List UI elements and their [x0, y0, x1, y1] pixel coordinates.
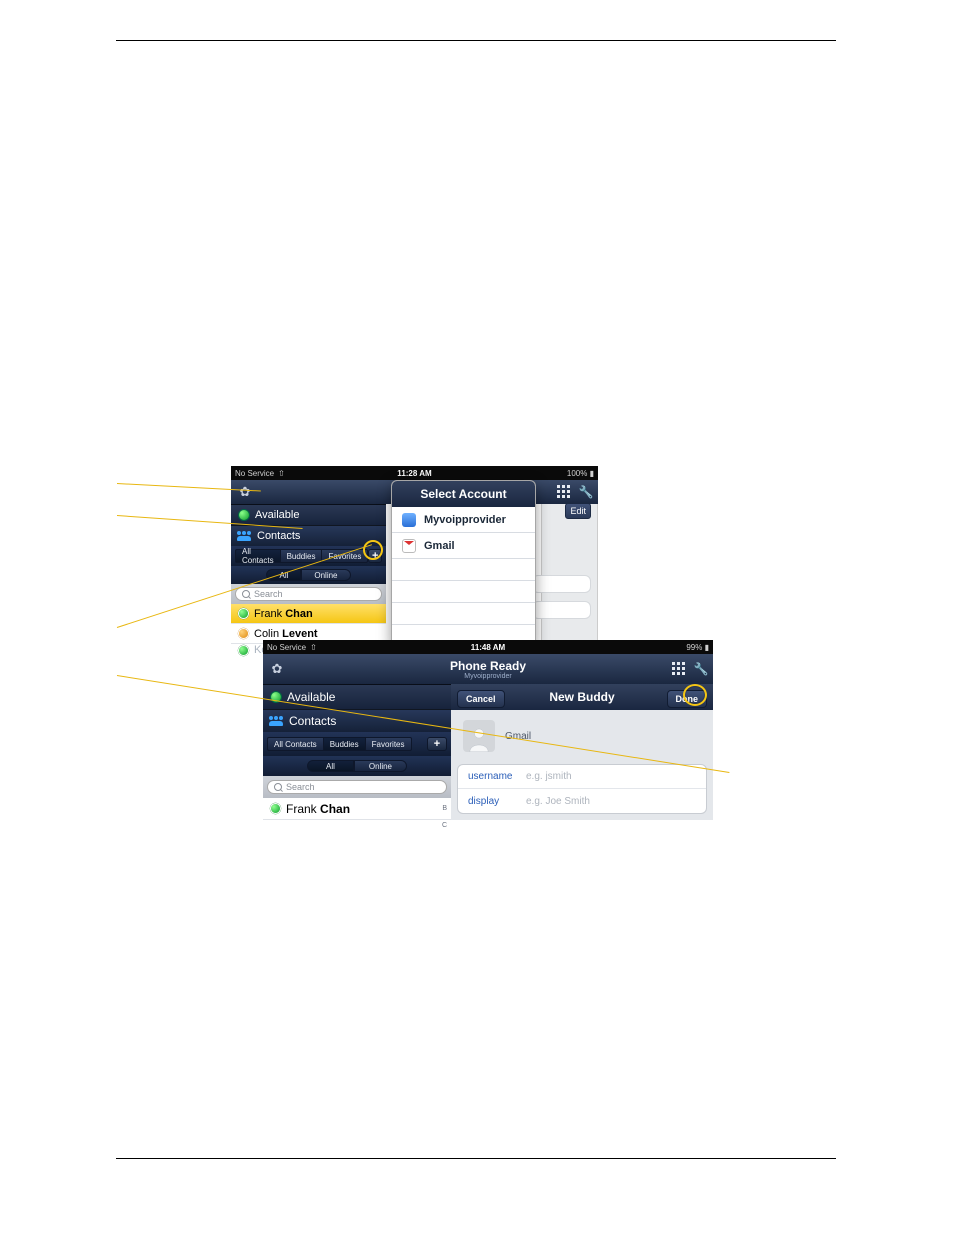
status-bar: No Service ⇧ 11:28 AM 100% ▮ — [231, 466, 598, 480]
contact-row-frank[interactable]: Frank Chan B — [263, 798, 451, 820]
edit-button[interactable]: Edit — [565, 503, 591, 519]
rule-bottom — [116, 1158, 836, 1159]
figure-select-account: Edit No Service ⇧ 11:28 AM 100% ▮ ✿ Ph 🔧… — [231, 466, 598, 648]
field-username[interactable]: username e.g. jsmith — [458, 765, 706, 789]
search-placeholder: Search — [286, 782, 315, 792]
account-gmail[interactable]: Gmail — [392, 533, 535, 559]
field-placeholder: e.g. jsmith — [526, 771, 572, 782]
index-letter: B — [442, 805, 447, 812]
presence-label: Available — [255, 509, 299, 521]
panel-title: New Buddy — [549, 690, 614, 704]
sidebar: Available Contacts All Contacts Buddies … — [263, 684, 451, 830]
tab-all-contacts[interactable]: All Contacts — [267, 737, 323, 751]
search-icon — [242, 590, 250, 598]
search-input[interactable]: Search — [235, 587, 382, 601]
field-display[interactable]: display e.g. Joe Smith — [458, 789, 706, 813]
tab-favorites[interactable]: Favorites — [321, 549, 368, 563]
account-row-empty — [392, 603, 535, 625]
wifi-icon: ⇧ — [278, 469, 285, 478]
app-logo-icon: ✿ — [269, 661, 285, 677]
contact-row-empty: C — [263, 820, 451, 830]
nav-bar: ✿ Phone Ready Myvoipprovider 🔧 — [263, 654, 713, 684]
popover-title: Select Account — [420, 487, 506, 501]
figure-new-buddy: No Service ⇧ 11:48 AM 99% ▮ ✿ Phone Read… — [263, 640, 713, 820]
rear-field-stub — [532, 575, 591, 593]
contacts-header-label: Contacts — [289, 714, 336, 728]
filter-all[interactable]: All — [266, 569, 301, 581]
avatar-placeholder[interactable] — [463, 720, 495, 752]
popover-header: Select Account — [392, 481, 535, 507]
filter-online[interactable]: Online — [301, 569, 350, 581]
account-myvoipprovider[interactable]: Myvoipprovider — [392, 507, 535, 533]
status-time: 11:48 AM — [471, 643, 505, 652]
new-buddy-panel: Cancel New Buddy Done Gmail username — [451, 684, 713, 830]
rear-field-stub — [532, 601, 591, 619]
contact-row-frank[interactable]: Frank Chan — [231, 604, 386, 624]
field-label: display — [468, 796, 526, 807]
keypad-icon[interactable] — [556, 484, 572, 500]
voip-provider-icon — [402, 513, 416, 527]
select-account-popover: Select Account Myvoipprovider Gmail — [391, 480, 536, 648]
fields-card: username e.g. jsmith display e.g. Joe Sm… — [457, 764, 707, 814]
field-label: username — [468, 771, 526, 782]
status-dot-icon — [239, 629, 248, 638]
highlight-done-button — [683, 684, 707, 706]
battery-text: 99% ▮ — [686, 643, 709, 652]
presence-dot-icon — [239, 510, 249, 520]
status-dot-icon — [239, 646, 248, 655]
keypad-icon[interactable] — [671, 661, 687, 677]
presence-row[interactable]: Available — [263, 684, 451, 710]
contact-list: Frank Chan B C — [263, 798, 451, 830]
status-dot-icon — [271, 804, 280, 813]
presence-label: Available — [287, 690, 335, 704]
add-button[interactable]: + — [427, 737, 447, 751]
tab-favorites[interactable]: Favorites — [365, 737, 412, 751]
carrier-text: No Service — [235, 469, 274, 478]
filter-all[interactable]: All — [307, 760, 354, 772]
contact-tabs: All Contacts Buddies Favorites + — [263, 732, 451, 756]
search-row: Search — [231, 584, 386, 604]
tab-buddies[interactable]: Buddies — [323, 737, 365, 751]
search-icon — [274, 783, 282, 791]
index-letter: C — [442, 822, 447, 829]
contacts-icon — [237, 531, 251, 541]
gmail-icon — [402, 539, 416, 553]
filter-online[interactable]: Online — [354, 760, 407, 772]
tab-all-contacts[interactable]: All Contacts — [235, 549, 280, 563]
screen-subtitle: Myvoipprovider — [450, 673, 526, 680]
contacts-icon — [269, 716, 283, 726]
panel-header: Cancel New Buddy Done — [451, 684, 713, 710]
search-input[interactable]: Search — [267, 780, 447, 794]
search-row: Search — [263, 776, 451, 798]
account-list: Myvoipprovider Gmail — [392, 507, 535, 647]
settings-icon[interactable]: 🔧 — [578, 484, 594, 500]
cancel-button[interactable]: Cancel — [457, 690, 505, 708]
panel-body: Gmail username e.g. jsmith display e.g. … — [451, 710, 713, 820]
battery-text: 100% ▮ — [567, 469, 594, 478]
wifi-icon: ⇧ — [310, 643, 317, 652]
status-dot-icon — [239, 609, 248, 618]
contacts-header-label: Contacts — [257, 530, 300, 542]
rear-panel: Edit — [541, 498, 598, 648]
account-row-empty — [392, 559, 535, 581]
filter-row: All Online — [263, 756, 451, 776]
settings-icon[interactable]: 🔧 — [693, 661, 709, 677]
account-row-empty — [392, 581, 535, 603]
search-placeholder: Search — [254, 589, 283, 599]
screen-title: Phone Ready — [450, 659, 526, 673]
tab-buddies[interactable]: Buddies — [280, 549, 322, 563]
field-placeholder: e.g. Joe Smith — [526, 796, 590, 807]
status-time: 11:28 AM — [397, 469, 431, 478]
sidebar: Available Contacts All Contacts Buddies … — [231, 504, 386, 656]
app-logo-icon: ✿ — [237, 484, 253, 500]
highlight-add-button — [363, 540, 383, 560]
presence-row[interactable]: Available — [231, 504, 386, 526]
contacts-header: Contacts — [231, 526, 386, 546]
carrier-text: No Service — [267, 643, 306, 652]
status-bar: No Service ⇧ 11:48 AM 99% ▮ — [263, 640, 713, 654]
rule-top — [116, 40, 836, 41]
